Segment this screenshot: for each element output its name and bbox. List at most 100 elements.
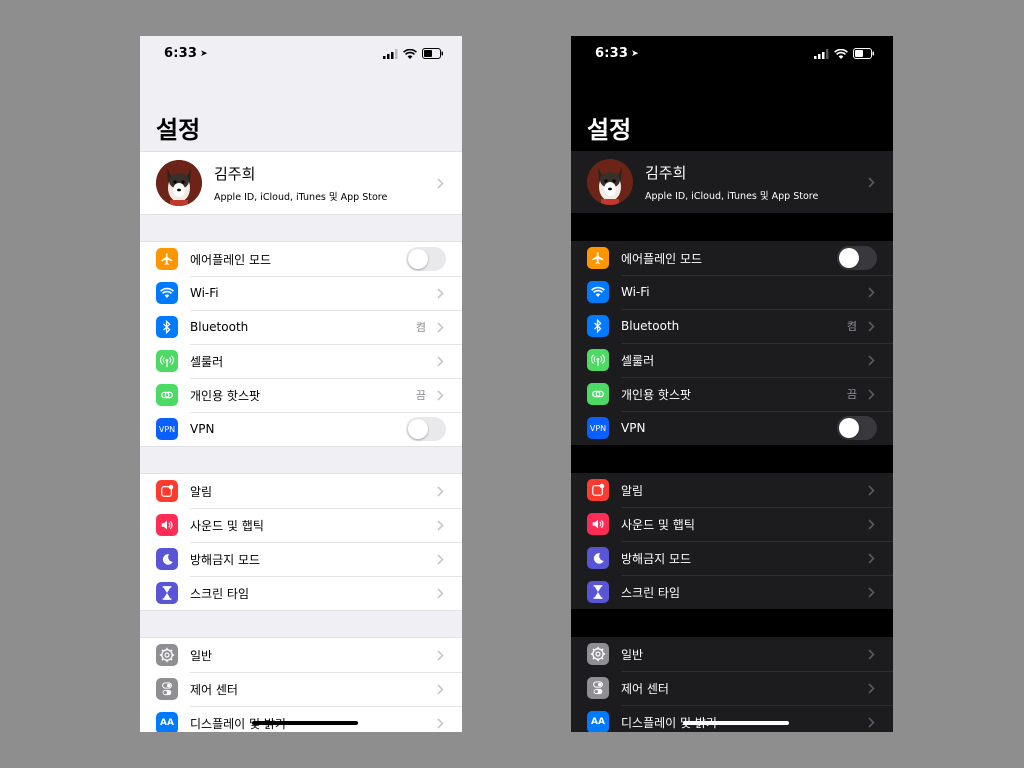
hotspot-row[interactable]: 개인용 핫스팟 끔 [140, 378, 462, 412]
profile-group: 김주희 Apple ID, iCloud, iTunes 및 App Store [140, 151, 462, 215]
screen-time-row[interactable]: 스크린 타임 [571, 575, 893, 609]
moon-icon [587, 547, 609, 569]
speaker-icon [156, 514, 178, 536]
cellular-row[interactable]: 셀룰러 [571, 343, 893, 377]
airplane-mode-toggle[interactable] [837, 246, 877, 270]
page-title: 설정 [587, 116, 632, 144]
notifications-icon [156, 480, 178, 502]
wifi-status-icon [834, 48, 848, 59]
chevron-right-icon [432, 485, 448, 497]
chevron-right-icon [863, 552, 879, 564]
profile-subtitle: Apple ID, iCloud, iTunes 및 App Store [214, 192, 388, 203]
home-indicator[interactable] [252, 721, 358, 725]
control-center-label: 제어 센터 [190, 682, 238, 697]
vpn-icon: VPN [156, 418, 178, 440]
chevron-right-icon [863, 320, 879, 332]
chevron-right-icon [432, 519, 448, 531]
apple-id-row[interactable]: 김주희 Apple ID, iCloud, iTunes 및 App Store [140, 152, 462, 214]
settings-screen-dark: 6:33 ➤ 설정 김주희 Apple ID, iCloud, iTunes 및 … [571, 36, 893, 732]
settings-screen-light: 6:33 ➤ 설정 김주희 Apple ID, iCloud, iTunes 및 … [140, 36, 462, 732]
profile-name: 김주희 [645, 164, 687, 182]
chevron-right-icon [863, 286, 879, 298]
hotspot-value: 끔 [846, 388, 857, 401]
dnd-row[interactable]: 방해금지 모드 [140, 542, 462, 576]
chevron-right-icon [863, 354, 879, 366]
chevron-right-icon [432, 717, 448, 729]
network-group: 에어플레인 모드 Wi-Fi Bluetooth 켬 셀룰러 개인용 핫스팟 끔… [140, 241, 462, 447]
home-indicator[interactable] [683, 721, 789, 725]
bluetooth-row[interactable]: Bluetooth 켬 [140, 310, 462, 344]
airplane-mode-toggle[interactable] [406, 247, 446, 271]
signal-icon [383, 48, 398, 59]
display-icon: AA [156, 712, 178, 732]
cellular-label: 셀룰러 [190, 354, 224, 369]
notifications-row[interactable]: 알림 [140, 474, 462, 508]
network-group: 에어플레인 모드 Wi-Fi Bluetooth 켬 셀룰러 개인용 핫스팟 끔… [571, 241, 893, 445]
bluetooth-icon [156, 316, 178, 338]
hourglass-icon [587, 581, 609, 603]
chevron-right-icon [863, 484, 879, 496]
toggles-icon [156, 678, 178, 700]
dnd-label: 방해금지 모드 [621, 551, 692, 566]
bluetooth-row[interactable]: Bluetooth 켬 [571, 309, 893, 343]
chevron-right-icon [432, 321, 448, 333]
airplane-icon [587, 247, 609, 269]
apple-id-row[interactable]: 김주희 Apple ID, iCloud, iTunes 및 App Store [571, 151, 893, 213]
cellular-label: 셀룰러 [621, 353, 655, 368]
sounds-label: 사운드 및 햅틱 [190, 518, 264, 533]
screen-time-label: 스크린 타임 [190, 586, 250, 601]
moon-icon [156, 548, 178, 570]
notifications-label: 알림 [190, 484, 213, 499]
general-label: 일반 [190, 648, 213, 663]
wifi-label: Wi-Fi [190, 286, 219, 300]
control-center-row[interactable]: 제어 센터 [140, 672, 462, 706]
airplane-mode-label: 에어플레인 모드 [621, 251, 703, 266]
vpn-toggle[interactable] [406, 417, 446, 441]
control-center-row[interactable]: 제어 센터 [571, 671, 893, 705]
dnd-label: 방해금지 모드 [190, 552, 261, 567]
vpn-row: VPN VPN [571, 411, 893, 445]
wifi-label: Wi-Fi [621, 285, 650, 299]
chevron-right-icon [432, 287, 448, 299]
airplane-icon [156, 248, 178, 270]
display-brightness-row[interactable]: AA 디스플레이 및 밝기 [571, 705, 893, 732]
control-center-label: 제어 센터 [621, 681, 669, 696]
display-brightness-row[interactable]: AA 디스플레이 및 밝기 [140, 706, 462, 732]
general-row[interactable]: 일반 [571, 637, 893, 671]
bluetooth-value: 켬 [846, 320, 857, 333]
vpn-toggle[interactable] [837, 416, 877, 440]
speaker-icon [587, 513, 609, 535]
notifications-group: 알림 사운드 및 햅틱 방해금지 모드 스크린 타임 [140, 473, 462, 611]
vpn-label: VPN [190, 422, 215, 436]
notifications-row[interactable]: 알림 [571, 473, 893, 507]
cellular-antenna-icon [156, 350, 178, 372]
cellular-row[interactable]: 셀룰러 [140, 344, 462, 378]
avatar [587, 159, 633, 205]
chevron-right-icon [432, 389, 448, 401]
sounds-row[interactable]: 사운드 및 햅틱 [571, 507, 893, 541]
chevron-right-icon [432, 683, 448, 695]
chevron-right-icon [863, 176, 879, 188]
wifi-row[interactable]: Wi-Fi [140, 276, 462, 310]
hotspot-row[interactable]: 개인용 핫스팟 끔 [571, 377, 893, 411]
wifi-icon [587, 281, 609, 303]
vpn-row: VPN VPN [140, 412, 462, 446]
wifi-icon [156, 282, 178, 304]
screen-time-row[interactable]: 스크린 타임 [140, 576, 462, 610]
dnd-row[interactable]: 방해금지 모드 [571, 541, 893, 575]
vpn-icon: VPN [587, 417, 609, 439]
status-time: 6:33 [164, 46, 198, 61]
cellular-antenna-icon [587, 349, 609, 371]
bluetooth-icon [587, 315, 609, 337]
battery-icon [422, 48, 443, 59]
hourglass-icon [156, 582, 178, 604]
profile-subtitle: Apple ID, iCloud, iTunes 및 App Store [645, 191, 819, 202]
general-row[interactable]: 일반 [140, 638, 462, 672]
vpn-label: VPN [621, 421, 646, 435]
wifi-row[interactable]: Wi-Fi [571, 275, 893, 309]
battery-icon [853, 48, 874, 59]
airplane-mode-row: 에어플레인 모드 [140, 242, 462, 276]
profile-group: 김주희 Apple ID, iCloud, iTunes 및 App Store [571, 151, 893, 213]
sounds-row[interactable]: 사운드 및 햅틱 [140, 508, 462, 542]
chevron-right-icon [432, 649, 448, 661]
